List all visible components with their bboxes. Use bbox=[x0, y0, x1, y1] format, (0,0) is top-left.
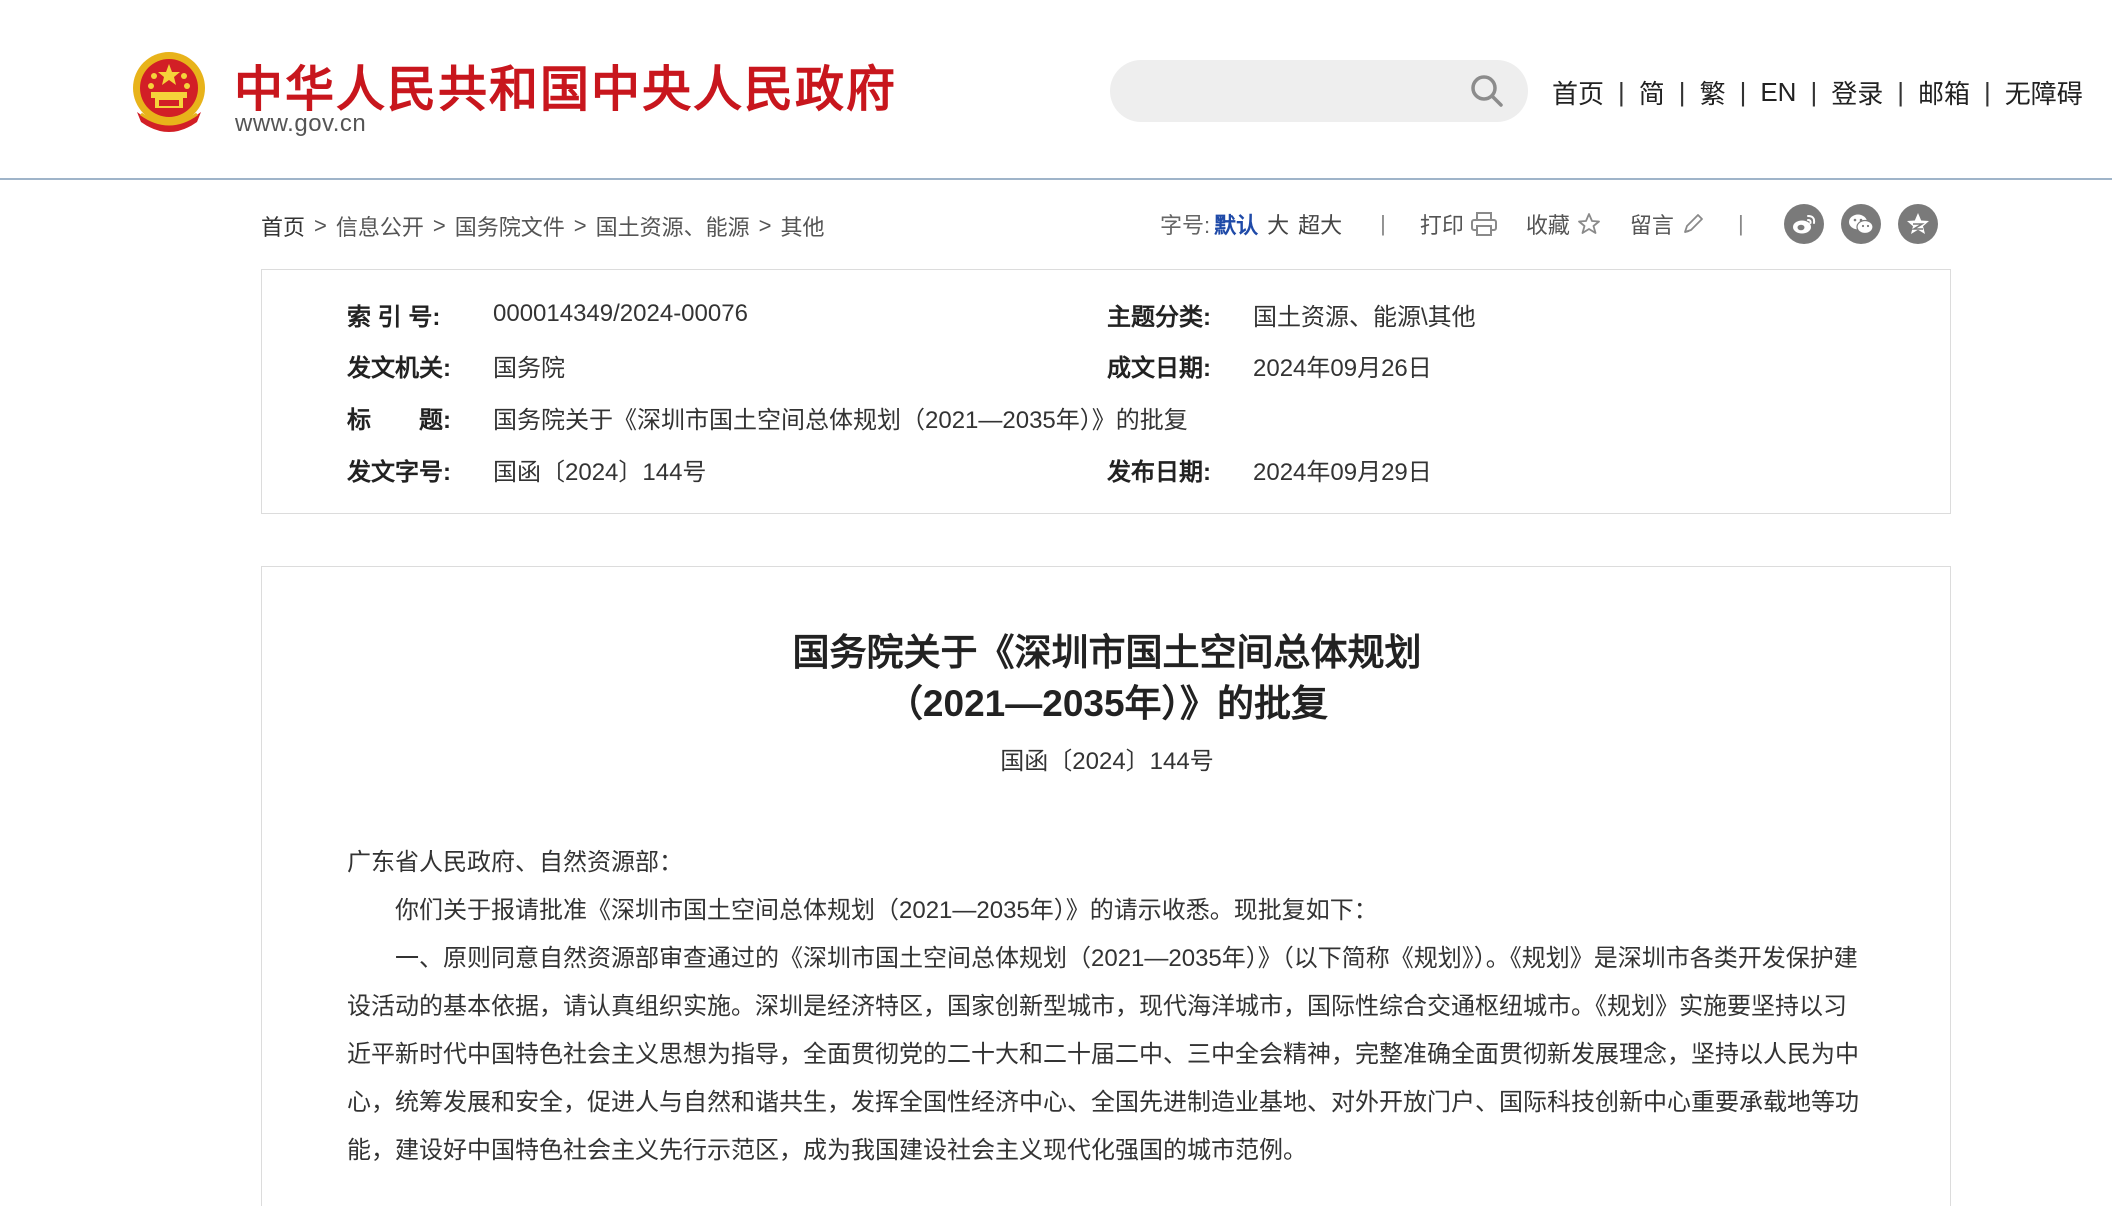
info-published-row: 发布日期: 2024年09月29日 bbox=[1107, 451, 1432, 487]
pencil-icon bbox=[1684, 214, 1703, 233]
info-title-label: 标 题: bbox=[347, 406, 451, 434]
info-docno-value: 国函〔2024〕144号 bbox=[493, 458, 707, 486]
nav-mailbox[interactable]: 邮箱 bbox=[1918, 74, 1970, 111]
comment-label: 留言 bbox=[1629, 213, 1674, 238]
info-title-value: 国务院关于《深圳市国土空间总体规划（2021—2035年）》的批复 bbox=[493, 406, 1188, 434]
info-docno-label: 发文字号: bbox=[347, 458, 451, 486]
info-topic-row: 主题分类: 国土资源、能源\其他 bbox=[1107, 296, 1476, 332]
info-index-row: 索 引 号: 000014349/2024-00076 bbox=[347, 296, 748, 332]
national-emblem-icon[interactable] bbox=[129, 50, 209, 138]
nav-separator: | bbox=[1678, 76, 1686, 107]
nav-separator: | bbox=[1984, 76, 1991, 107]
breadcrumb-land-energy[interactable]: 国土资源、能源 bbox=[596, 210, 750, 242]
font-size-large[interactable]: 大 bbox=[1267, 208, 1289, 240]
weibo-icon bbox=[1792, 215, 1815, 234]
breadcrumb-home[interactable]: 首页 bbox=[261, 210, 305, 242]
printer-icon bbox=[1470, 212, 1497, 236]
favorite-label: 收藏 bbox=[1525, 213, 1570, 238]
article-title-line-2: （2021—2035年）》的批复 bbox=[885, 683, 1329, 724]
nav-separator: | bbox=[1739, 76, 1747, 107]
article-content: 广东省人民政府、自然资源部： 你们关于报请批准《深圳市国土空间总体规划（2021… bbox=[347, 839, 1867, 1175]
info-issuer-row: 发文机关: 国务院 bbox=[347, 347, 565, 383]
star-icon bbox=[1578, 213, 1600, 234]
info-topic-label: 主题分类: bbox=[1107, 303, 1211, 331]
qzone-icon bbox=[1906, 213, 1929, 234]
print-label: 打印 bbox=[1419, 213, 1464, 238]
nav-accessibility[interactable]: 无障碍 bbox=[2005, 74, 2083, 111]
search-box bbox=[1110, 60, 1528, 122]
site-domain: www.gov.cn bbox=[235, 110, 367, 137]
info-issuer-value: 国务院 bbox=[493, 354, 565, 382]
top-nav: 首页 | 简 | 繁 | EN | 登录 | 邮箱 | 无障碍 bbox=[1552, 74, 2083, 110]
document-info-box: 索 引 号: 000014349/2024-00076 主题分类: 国土资源、能… bbox=[261, 269, 1951, 514]
font-size-xlarge[interactable]: 超大 bbox=[1298, 208, 1342, 240]
info-published-label: 发布日期: bbox=[1107, 458, 1211, 486]
search-icon[interactable] bbox=[1468, 72, 1506, 110]
tools-divider: | bbox=[1737, 211, 1744, 236]
nav-separator: | bbox=[1810, 76, 1818, 107]
info-title-row: 标 题: 国务院关于《深圳市国土空间总体规划（2021—2035年）》的批复 bbox=[347, 399, 1188, 435]
info-index-value: 000014349/2024-00076 bbox=[493, 300, 748, 327]
article-paragraph: 一、原则同意自然资源部审查通过的《深圳市国土空间总体规划（2021—2035年）… bbox=[347, 945, 1859, 1164]
breadcrumb-arrow: > bbox=[758, 213, 772, 238]
breadcrumb-state-council-docs[interactable]: 国务院文件 bbox=[455, 210, 565, 242]
info-created-value: 2024年09月26日 bbox=[1253, 354, 1432, 382]
breadcrumb-info-public[interactable]: 信息公开 bbox=[336, 210, 424, 242]
article-body-box: 国务院关于《深圳市国土空间总体规划 （2021—2035年）》的批复 国函〔20… bbox=[261, 566, 1951, 1206]
article-tools: 字号: 默认 大 超大 | 打印 收藏 留言 | bbox=[1160, 203, 1938, 245]
qzone-share-button[interactable] bbox=[1897, 204, 1938, 244]
article-salutation: 广东省人民政府、自然资源部： bbox=[347, 849, 683, 876]
article-paragraph: 你们关于报请批准《深圳市国土空间总体规划（2021—2035年）》的请示收悉。现… bbox=[395, 897, 1378, 924]
comment-button[interactable]: 留言 bbox=[1630, 208, 1706, 240]
nav-simplified[interactable]: 简 bbox=[1639, 74, 1665, 111]
breadcrumb-arrow: > bbox=[432, 213, 446, 238]
breadcrumb: 首页 > 信息公开 > 国务院文件 > 国土资源、能源 > 其他 bbox=[261, 210, 825, 242]
article-title: 国务院关于《深圳市国土空间总体规划 （2021—2035年）》的批复 bbox=[262, 627, 1952, 729]
print-button[interactable]: 打印 bbox=[1420, 208, 1498, 240]
nav-traditional[interactable]: 繁 bbox=[1700, 74, 1726, 111]
font-size-label: 字号: bbox=[1160, 213, 1211, 238]
breadcrumb-other[interactable]: 其他 bbox=[781, 210, 825, 242]
nav-separator: | bbox=[1618, 76, 1625, 107]
nav-english[interactable]: EN bbox=[1760, 77, 1796, 108]
info-docno-row: 发文字号: 国函〔2024〕144号 bbox=[347, 451, 706, 487]
info-issuer-label: 发文机关: bbox=[347, 354, 451, 382]
tools-divider: | bbox=[1380, 211, 1386, 236]
search-input[interactable] bbox=[1134, 70, 1454, 112]
wechat-share-button[interactable] bbox=[1840, 204, 1881, 244]
info-created-row: 成文日期: 2024年09月26日 bbox=[1107, 347, 1432, 383]
nav-home[interactable]: 首页 bbox=[1552, 74, 1604, 111]
nav-login[interactable]: 登录 bbox=[1831, 74, 1883, 111]
wechat-icon bbox=[1848, 214, 1874, 235]
article-doc-number: 国函〔2024〕144号 bbox=[1000, 748, 1214, 775]
breadcrumb-arrow: > bbox=[573, 213, 587, 238]
info-published-value: 2024年09月29日 bbox=[1253, 458, 1432, 486]
font-size-default[interactable]: 默认 bbox=[1214, 208, 1258, 240]
info-created-label: 成文日期: bbox=[1107, 354, 1211, 382]
breadcrumb-arrow: > bbox=[314, 213, 327, 238]
favorite-button[interactable]: 收藏 bbox=[1526, 208, 1602, 240]
info-index-label: 索 引 号: bbox=[347, 303, 441, 331]
article-title-line-1: 国务院关于《深圳市国土空间总体规划 bbox=[792, 632, 1422, 673]
site-header: 中华人民共和国中央人民政府 www.gov.cn 首页 | 简 | 繁 | EN… bbox=[0, 0, 2112, 180]
weibo-share-button[interactable] bbox=[1783, 204, 1824, 244]
nav-separator: | bbox=[1897, 76, 1905, 107]
info-topic-value: 国土资源、能源\其他 bbox=[1253, 303, 1476, 331]
